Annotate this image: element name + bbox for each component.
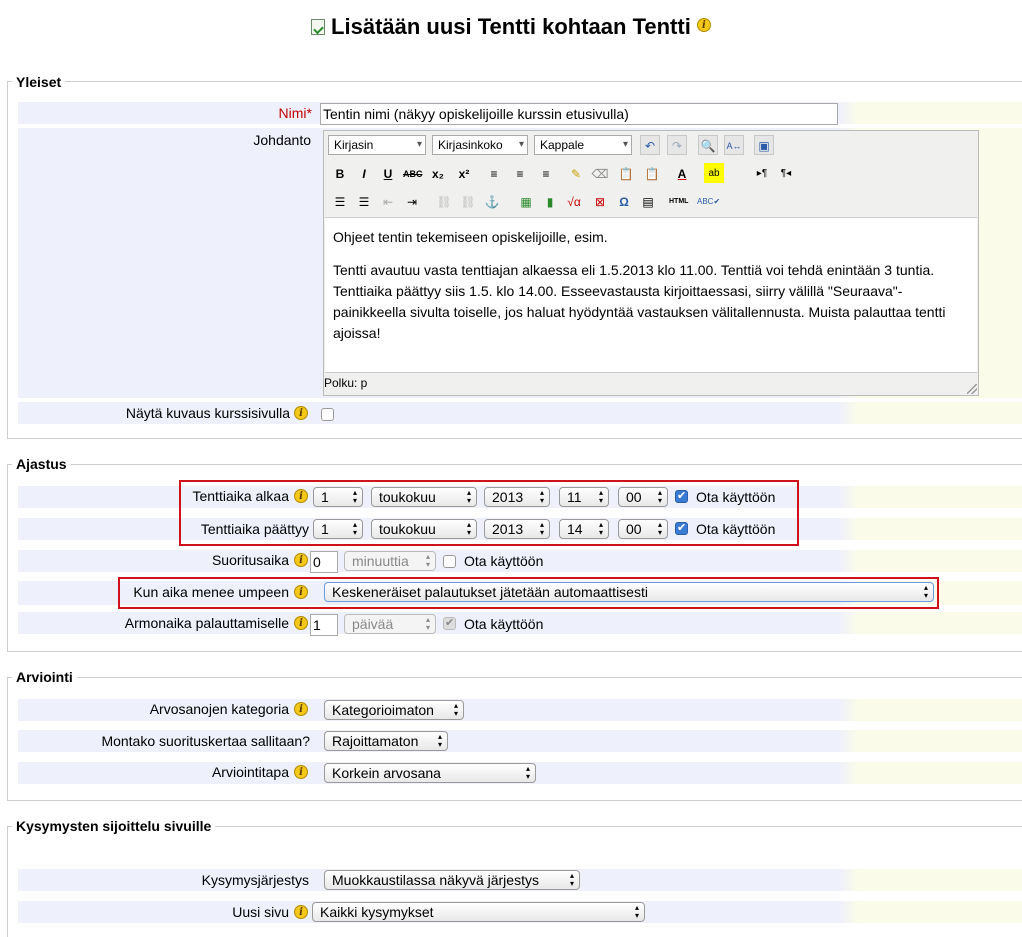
html-source-icon[interactable]: HTML [668, 191, 688, 211]
spellcheck-icon[interactable]: ABC✔ [696, 191, 720, 211]
font-size-select[interactable]: Kirjasinkoko [432, 135, 528, 155]
paste-text-icon[interactable]: 📋 [616, 163, 636, 183]
superscript-icon[interactable]: x² [454, 163, 474, 183]
strikethrough-icon[interactable]: ABC [402, 163, 423, 183]
nolink-icon[interactable]: ⊠ [590, 191, 610, 211]
overdue-highlight [118, 577, 939, 609]
ltr-icon[interactable]: ▸¶ [752, 163, 772, 183]
newpage-select[interactable]: Kaikki kysymykset [312, 902, 645, 922]
image-icon[interactable]: ▦ [516, 191, 536, 211]
rtl-icon[interactable]: ¶◂ [776, 163, 796, 183]
numbered-list-icon[interactable]: ☰ [354, 191, 374, 211]
method-select[interactable]: Korkein arvosana [324, 763, 536, 783]
bold-icon[interactable]: B [330, 163, 350, 183]
intro-label: Johdanto [253, 132, 311, 148]
help-icon[interactable]: i [696, 18, 711, 32]
order-label: Kysymysjärjestys [201, 872, 309, 888]
show-description-checkbox[interactable] [321, 408, 334, 421]
attempts-select[interactable]: Rajoittamaton [324, 731, 448, 751]
insert-table-icon[interactable]: ▤ [638, 191, 658, 211]
timelimit-enable-label: Ota käyttöön [464, 553, 544, 569]
link-icon[interactable]: ⛓ [434, 191, 454, 211]
category-label: Arvosanojen kategoria [149, 701, 289, 717]
timing-legend: Ajastus [12, 456, 71, 472]
anchor-icon[interactable]: ⚓ [482, 191, 502, 211]
general-legend: Yleiset [12, 74, 66, 90]
newpage-help-icon[interactable]: i [294, 905, 308, 919]
html-editor[interactable]: Kirjasin Kirjasinkoko Kappale ↶ ↷ 🔍 A↔ ▣… [323, 130, 979, 396]
name-input[interactable]: Tentin nimi (näkyy opiskelijoille kurssi… [320, 103, 838, 125]
paste-word-icon[interactable]: 📋 [642, 163, 662, 183]
method-label: Arviointitapa [211, 764, 289, 780]
show-description-label: Näytä kuvaus kurssisivulla [125, 405, 290, 421]
timelimit-input[interactable]: 0 [310, 551, 338, 573]
order-select[interactable]: Muokkaustilassa näkyvä järjestys [324, 870, 580, 890]
find-icon[interactable]: 🔍 [698, 135, 718, 155]
clean-up-icon[interactable]: ✎ [566, 163, 586, 183]
align-right-icon[interactable]: ≡ [536, 163, 556, 183]
timelimit-unit-select[interactable]: minuuttia [344, 551, 436, 571]
undo-icon[interactable]: ↶ [640, 135, 660, 155]
page-title-text: Lisätään uusi Tentti kohtaan Tentti [331, 14, 691, 39]
align-center-icon[interactable]: ≡ [510, 163, 530, 183]
layout-legend: Kysymysten sijoittelu sivuille [12, 818, 216, 834]
quiz-icon [311, 19, 326, 36]
text-color-icon[interactable]: A [672, 163, 692, 183]
format-select[interactable]: Kappale [534, 135, 632, 155]
italic-icon[interactable]: I [354, 163, 374, 183]
open-close-highlight [179, 480, 799, 546]
replace-icon[interactable]: A↔ [724, 135, 744, 155]
method-help-icon[interactable]: i [294, 765, 308, 779]
show-description-help-icon[interactable]: i [294, 406, 308, 420]
redo-icon[interactable]: ↷ [667, 135, 687, 155]
underline-icon[interactable]: U [378, 163, 398, 183]
grace-enable-label: Ota käyttöön [464, 616, 544, 632]
grace-input[interactable]: 1 [310, 614, 338, 636]
editor-paragraph-2[interactable]: Tentti avautuu vasta tenttiajan alkaessa… [333, 260, 969, 344]
name-label: Nimi* [200, 105, 312, 121]
unlink-icon[interactable]: ⛓ [458, 191, 478, 211]
align-left-icon[interactable]: ≡ [484, 163, 504, 183]
font-family-select[interactable]: Kirjasin [328, 135, 426, 155]
category-select[interactable]: Kategorioimaton [324, 700, 464, 720]
special-char-icon[interactable]: Ω [614, 191, 634, 211]
subscript-icon[interactable]: x₂ [428, 163, 448, 183]
newpage-label: Uusi sivu [232, 904, 289, 920]
grace-label: Armonaika palauttamiselle [124, 615, 289, 631]
grace-help-icon[interactable]: i [294, 616, 308, 630]
timelimit-help-icon[interactable]: i [294, 553, 308, 567]
remove-format-icon[interactable]: ⌫ [590, 163, 610, 183]
editor-path: Polku: p [324, 376, 368, 390]
editor-content[interactable]: Ohjeet tentin tekemiseen opiskelijoille,… [325, 217, 977, 373]
grace-enable-checkbox[interactable] [443, 616, 456, 630]
outdent-icon[interactable]: ⇤ [378, 191, 398, 211]
required-mark: * [306, 105, 312, 121]
timelimit-enable-checkbox[interactable] [443, 555, 456, 568]
grace-unit-select[interactable]: päivää [344, 614, 436, 634]
attempts-label: Montako suorituskertaa sallitaan? [101, 733, 310, 749]
media-icon[interactable]: ▮ [540, 191, 560, 211]
editor-paragraph-1[interactable]: Ohjeet tentin tekemiseen opiskelijoille,… [333, 227, 969, 248]
equation-icon[interactable]: √α [564, 191, 584, 211]
resize-handle-icon[interactable] [967, 384, 977, 394]
page-title: Lisätään uusi Tentti kohtaan Tentti i [0, 14, 1022, 40]
indent-icon[interactable]: ⇥ [402, 191, 422, 211]
timelimit-label: Suoritusaika [211, 552, 289, 568]
bullet-list-icon[interactable]: ☰ [330, 191, 350, 211]
fullscreen-icon[interactable]: ▣ [754, 135, 774, 155]
highlight-color-icon[interactable]: ab [704, 163, 724, 183]
grading-legend: Arviointi [12, 669, 77, 685]
category-help-icon[interactable]: i [294, 702, 308, 716]
name-label-text: Nimi [278, 105, 307, 121]
